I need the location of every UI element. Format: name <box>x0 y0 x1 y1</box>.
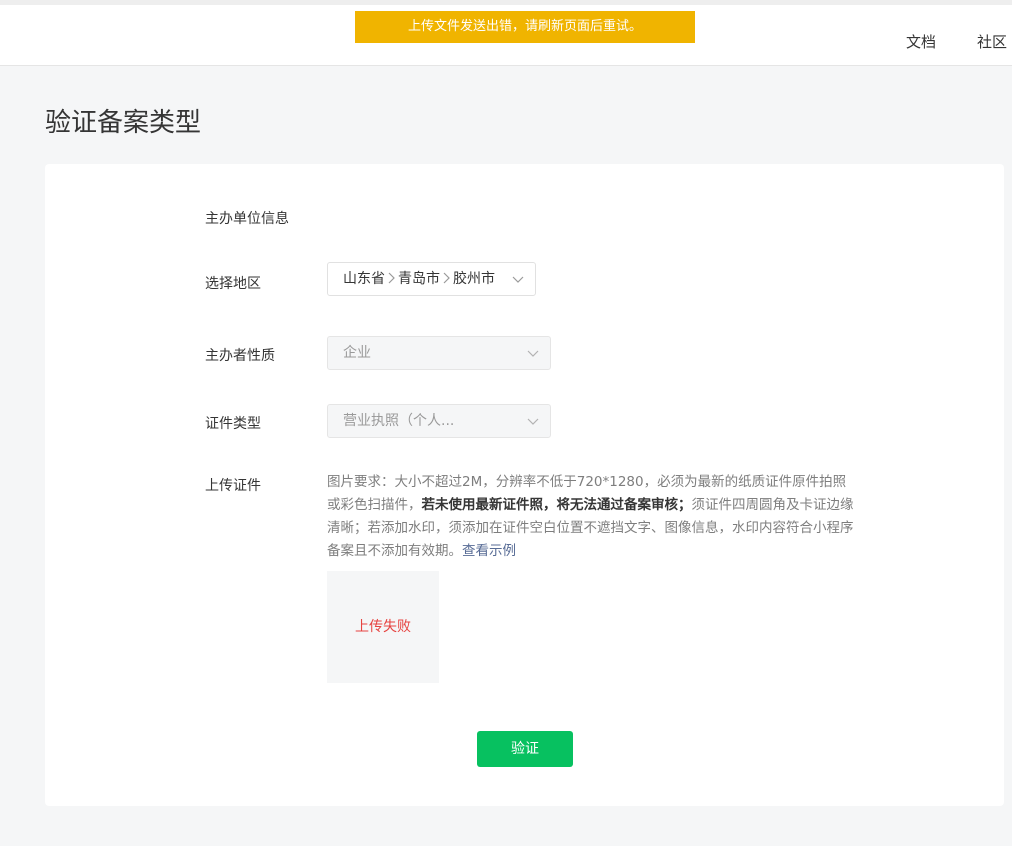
verify-button[interactable]: 验证 <box>477 731 573 767</box>
chevron-right-icon <box>388 272 395 284</box>
upload-desc-warning: 若未使用最新证件照，将无法通过备案审核； <box>421 497 692 513</box>
chevron-right-icon <box>443 272 450 284</box>
top-navbar: 上传文件发送出错，请刷新页面后重试。 文档 社区 <box>0 0 1012 66</box>
chevron-down-icon <box>527 418 539 425</box>
upload-requirements: 图片要求：大小不超过2M，分辨率不低于720*1280，必须为最新的纸质证件原件… <box>327 471 857 563</box>
chevron-down-icon <box>527 350 539 357</box>
region-province: 山东省 <box>343 271 385 287</box>
error-toast: 上传文件发送出错，请刷新页面后重试。 <box>355 11 695 43</box>
nature-select: 企业 <box>327 336 551 370</box>
section-title: 主办单位信息 <box>205 211 289 227</box>
region-label: 选择地区 <box>205 276 261 292</box>
nav-community-link[interactable]: 社区 <box>977 31 1007 52</box>
form-card: 主办单位信息 选择地区 山东省 青岛市 胶州市 主办者性质 企业 证件类型 营业执照… <box>45 164 1004 806</box>
chevron-down-icon <box>512 276 524 283</box>
upload-box[interactable]: 上传失败 <box>327 571 439 683</box>
region-select[interactable]: 山东省 青岛市 胶州市 <box>327 262 536 296</box>
cert-type-value: 营业执照（个人... <box>343 413 455 429</box>
cert-type-label: 证件类型 <box>205 416 261 432</box>
page-title: 验证备案类型 <box>45 108 202 138</box>
nature-label: 主办者性质 <box>205 348 275 364</box>
nav-docs-link[interactable]: 文档 <box>906 31 936 52</box>
upload-label: 上传证件 <box>205 478 261 494</box>
upload-status: 上传失败 <box>355 619 411 635</box>
view-example-link[interactable]: 查看示例 <box>462 543 516 559</box>
region-city: 青岛市 <box>398 271 440 287</box>
cert-type-select: 营业执照（个人... <box>327 404 551 438</box>
region-district: 胶州市 <box>453 271 495 287</box>
nature-value: 企业 <box>343 345 371 361</box>
